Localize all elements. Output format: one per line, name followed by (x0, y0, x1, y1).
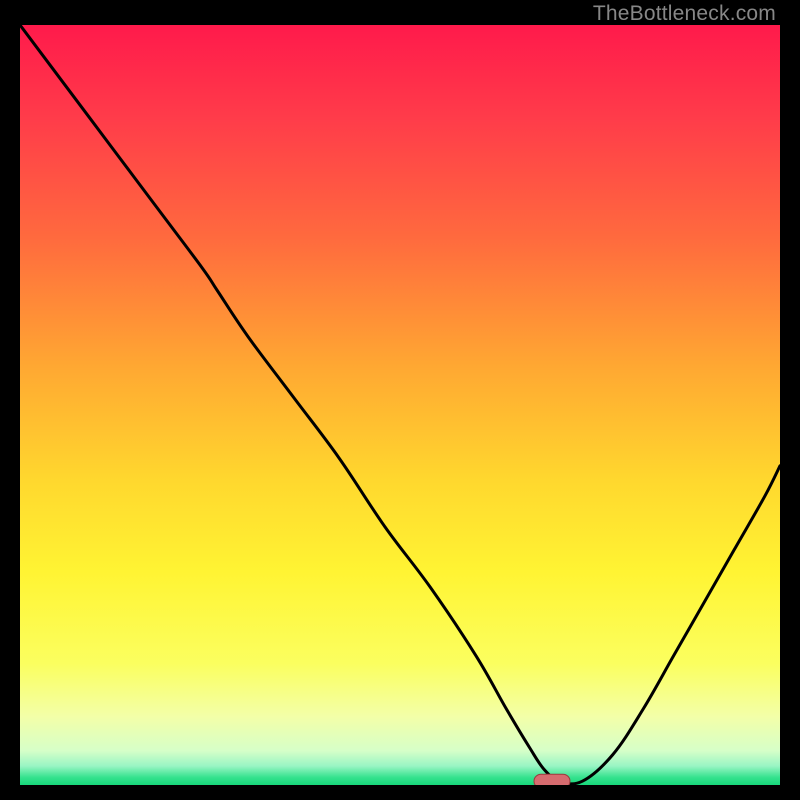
bottleneck-chart (20, 25, 780, 785)
optimal-marker (534, 774, 570, 785)
watermark-text: TheBottleneck.com (593, 2, 776, 26)
chart-frame (20, 25, 780, 785)
